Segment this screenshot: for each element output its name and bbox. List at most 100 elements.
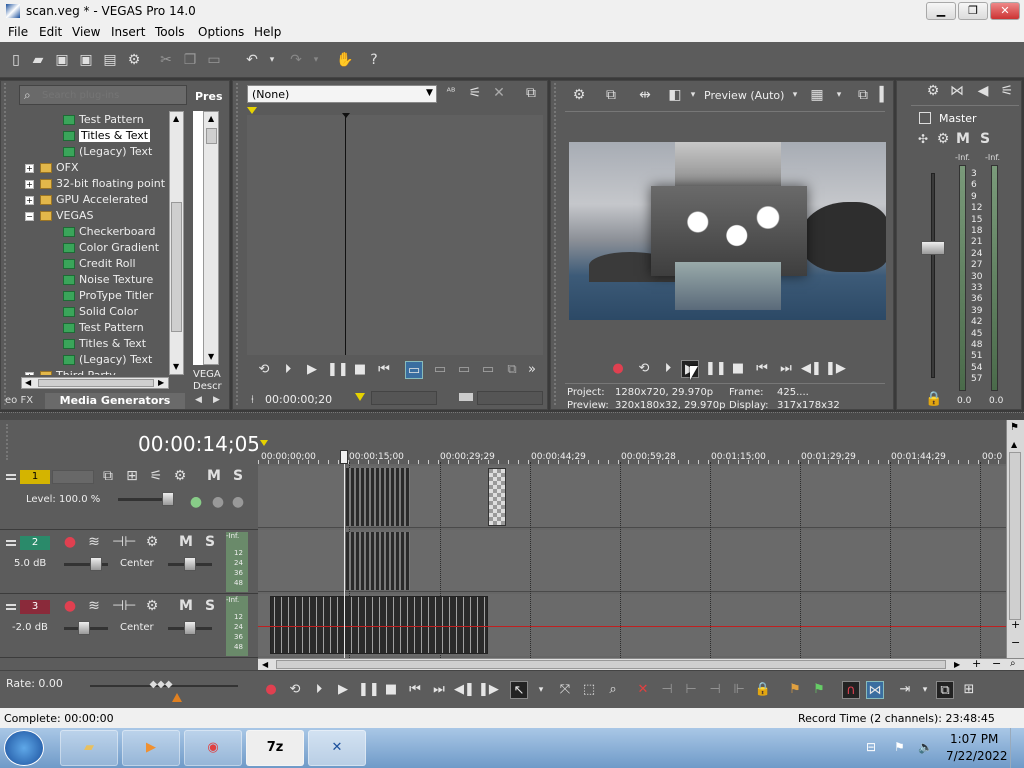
expand-icon[interactable]: + — [25, 179, 34, 189]
tree-generator-item[interactable]: Credit Roll — [63, 257, 136, 270]
trimmer-fit-icon[interactable]: ⧉ — [503, 361, 521, 379]
trim-end-icon[interactable]: ⊣ — [706, 681, 724, 699]
tree-generator-item[interactable]: Test Pattern — [63, 321, 144, 334]
split-icon[interactable]: ⊩ — [730, 681, 748, 699]
trimmer-timeline-area[interactable] — [247, 115, 543, 355]
whats-this-help-icon[interactable]: ? — [366, 52, 382, 68]
track-2-settings-icon[interactable]: ⚙ — [144, 534, 160, 550]
vegas-taskbar-icon[interactable]: ✕ — [308, 730, 366, 766]
preview-more-icon[interactable]: ▍ — [877, 87, 893, 103]
preview-stop-icon[interactable]: ■ — [729, 360, 747, 378]
tree-hscrollbar[interactable]: ◀ ▶ — [21, 377, 169, 389]
track-3-invert-icon[interactable]: ≋ — [86, 598, 102, 614]
trimmer-play-icon[interactable]: ▶ — [303, 361, 321, 379]
tree-folder[interactable]: + GPU Accelerated — [25, 193, 148, 206]
hscroll-thumb[interactable] — [38, 379, 154, 387]
minimize-button[interactable]: ▁ — [926, 2, 956, 20]
master-pan-icon[interactable]: ✣ — [915, 131, 931, 147]
snapping-icon[interactable]: ∩ — [842, 681, 860, 699]
trimmer-insert-icon[interactable]: ▭ — [479, 361, 497, 379]
7zip-taskbar-icon[interactable]: 7z — [246, 730, 304, 766]
master-fx-icon[interactable]: ⚙ — [935, 131, 951, 147]
track-1-settings-icon[interactable]: ⚙ — [172, 468, 188, 484]
auto-crossfade-icon[interactable]: ⋈ — [866, 681, 884, 699]
presets-scroll-thumb[interactable] — [206, 128, 217, 144]
track-1-compositing-icon[interactable]: ⊞ — [124, 468, 140, 484]
timeline-hscroll-left-icon[interactable]: ◀ — [262, 660, 268, 669]
trimmer-go-start-icon[interactable]: ⏮ — [375, 361, 393, 379]
media-player-taskbar-icon[interactable]: ▶ — [122, 730, 180, 766]
track-1-composite-mode-icon[interactable]: ● — [188, 494, 204, 510]
track-2-record-arm-icon[interactable]: ● — [62, 534, 78, 550]
maximize-button[interactable]: ❐ — [958, 2, 988, 20]
tab-media-generators[interactable]: Media Generators — [45, 393, 185, 409]
preview-quality-dropdown[interactable]: Preview (Auto) — [704, 89, 784, 102]
track-3-settings-icon[interactable]: ⚙ — [144, 598, 160, 614]
timeline-hscroll-thumb[interactable] — [276, 660, 946, 669]
tab-scroll-right-icon[interactable]: ▶ — [213, 395, 220, 405]
hscroll-right-icon[interactable]: ▶ — [158, 378, 164, 387]
overlays-dropdown-icon[interactable]: ▾ — [831, 87, 847, 103]
preview-loop-icon[interactable]: ⟲ — [635, 360, 653, 378]
tree-generator-item[interactable]: Test Pattern — [63, 113, 144, 126]
properties-icon[interactable]: ⚙ — [126, 52, 142, 68]
preview-pause-icon[interactable]: ❚❚ — [705, 360, 727, 378]
play-from-start-icon[interactable]: ⏵ — [310, 681, 328, 699]
ignore-grouping-icon[interactable]: ⊞ — [960, 681, 978, 699]
master-settings-icon[interactable]: ⚙ — [925, 83, 941, 99]
tray-network-icon[interactable]: ⊟ — [866, 740, 876, 754]
save-icon[interactable]: ▣ — [54, 52, 70, 68]
redo-dropdown-icon[interactable]: ▾ — [308, 52, 324, 68]
track-2-mute-icon[interactable]: M — [178, 534, 194, 550]
zoom-in-vertical-icon[interactable]: + — [1011, 618, 1020, 631]
trimmer-source-dropdown[interactable]: (None) ▼ — [247, 85, 437, 103]
audio-event-track-2[interactable] — [346, 532, 410, 590]
tab-scroll-left-icon[interactable]: ◀ — [195, 395, 202, 405]
presets-scroll-up-icon[interactable]: ▲ — [208, 114, 214, 123]
track-2-volume-handle[interactable] — [90, 557, 102, 571]
paste-icon[interactable]: ▭ — [206, 52, 222, 68]
render-icon[interactable]: ▤ — [102, 52, 118, 68]
copy-icon[interactable]: ❐ — [182, 52, 198, 68]
event-fx-icon[interactable]: ✋ — [336, 52, 353, 68]
trimmer-grip[interactable] — [236, 83, 242, 405]
master-solo-icon[interactable]: S — [977, 131, 993, 147]
tree-generator-item[interactable]: ProType Titler — [63, 289, 153, 302]
track-2-invert-icon[interactable]: ≋ — [86, 534, 102, 550]
redo-icon[interactable]: ↷ — [288, 52, 304, 68]
envelope-tool-icon[interactable]: ⤧ — [556, 681, 574, 699]
tree-generator-item[interactable]: Noise Texture — [63, 273, 153, 286]
previous-frame-icon[interactable]: ◀❚ — [454, 681, 475, 699]
insert-region-icon[interactable]: ⚑ — [810, 681, 828, 699]
new-project-icon[interactable]: ▯ — [8, 52, 24, 68]
audio-event-track-3[interactable] — [270, 596, 488, 654]
tree-generator-item[interactable]: (Legacy) Text — [63, 353, 152, 366]
track-1-parent-icon[interactable]: ● — [210, 494, 226, 510]
trimmer-selection-icon[interactable]: ▭ — [405, 361, 423, 379]
track-1-number[interactable]: 1 — [20, 470, 50, 484]
trimmer-cursor[interactable] — [345, 115, 346, 355]
menu-view[interactable]: View — [72, 25, 100, 39]
tree-generator-item[interactable]: Titles & Text — [63, 129, 151, 142]
master-lock-icon[interactable]: 🔒 — [925, 391, 942, 407]
preview-quality-chevron-icon[interactable]: ▾ — [787, 87, 803, 103]
tree-generator-item[interactable]: Color Gradient — [63, 241, 159, 254]
track-1-solo-icon[interactable]: S — [230, 468, 246, 484]
master-fader-handle[interactable] — [921, 241, 945, 255]
track-1-motion-icon[interactable]: ⧉ — [100, 468, 116, 484]
track-3-mute-icon[interactable]: M — [178, 598, 194, 614]
preview-record-icon[interactable]: ● — [609, 360, 627, 378]
track-2-solo-icon[interactable]: S — [202, 534, 218, 550]
track-3-fx-icon[interactable]: ⊣⊢ — [112, 598, 136, 614]
explorer-taskbar-icon[interactable]: ▰ — [60, 730, 118, 766]
trimmer-stop-icon[interactable]: ■ — [351, 361, 369, 379]
zoom-out-horizontal-icon[interactable]: − — [992, 657, 1001, 670]
preview-play-start-icon[interactable]: ⏵ — [659, 360, 677, 378]
play-icon[interactable]: ▶ — [334, 681, 352, 699]
master-fader-options-icon[interactable]: ⚟ — [999, 83, 1015, 99]
zoom-tool-icon[interactable]: ⌕ — [1010, 658, 1016, 669]
pause-icon[interactable]: ❚❚ — [358, 681, 380, 699]
track-3-pan-handle[interactable] — [184, 621, 196, 635]
show-desktop-button[interactable] — [1010, 728, 1024, 768]
timeline-hscrollbar[interactable]: ◀ ▶ + − ⌕ — [258, 657, 1024, 670]
